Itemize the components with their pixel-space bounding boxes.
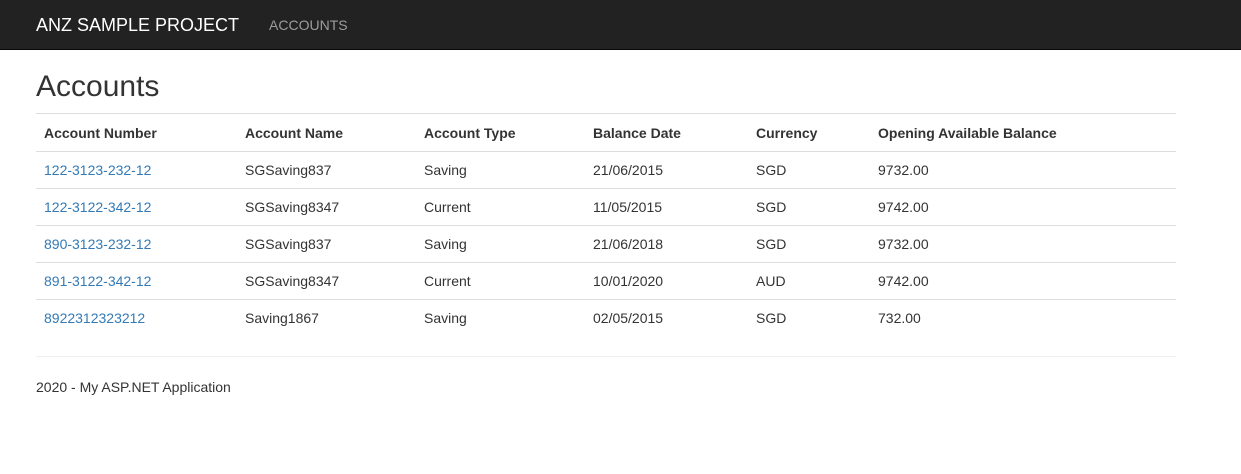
top-navbar: ANZ SAMPLE PROJECT ACCOUNTS bbox=[0, 0, 1241, 50]
balance-date-cell: 10/01/2020 bbox=[585, 262, 748, 300]
account-number-cell: 8922312323212 bbox=[36, 299, 237, 336]
nav-link-accounts[interactable]: ACCOUNTS bbox=[269, 15, 348, 35]
account-name-cell: Saving1867 bbox=[237, 299, 416, 336]
currency-cell: SGD bbox=[748, 225, 870, 263]
account-name-cell: SGSaving837 bbox=[237, 151, 416, 189]
footer-divider bbox=[36, 356, 1176, 357]
account-number-link[interactable]: 8922312323212 bbox=[44, 310, 145, 326]
account-number-cell: 891-3122-342-12 bbox=[36, 262, 237, 300]
account-name-cell: SGSaving8347 bbox=[237, 262, 416, 300]
account-type-cell: Saving bbox=[416, 225, 585, 263]
currency-cell: SGD bbox=[748, 188, 870, 226]
opening-balance-cell: 732.00 bbox=[870, 299, 1176, 336]
table-header-row: Account Number Account Name Account Type… bbox=[36, 113, 1176, 152]
table-row: 891-3122-342-12 SGSaving8347 Current 10/… bbox=[36, 262, 1176, 300]
account-type-cell: Saving bbox=[416, 299, 585, 336]
account-type-cell: Current bbox=[416, 262, 585, 300]
opening-balance-cell: 9732.00 bbox=[870, 225, 1176, 263]
accounts-table: Account Number Account Name Account Type… bbox=[36, 113, 1176, 336]
balance-date-cell: 02/05/2015 bbox=[585, 299, 748, 336]
currency-cell: AUD bbox=[748, 262, 870, 300]
column-header-opening-balance: Opening Available Balance bbox=[870, 113, 1176, 152]
main-container: Accounts Account Number Account Name Acc… bbox=[36, 50, 1176, 397]
account-number-cell: 890-3123-232-12 bbox=[36, 225, 237, 263]
account-number-link[interactable]: 890-3123-232-12 bbox=[44, 236, 151, 252]
table-row: 122-3122-342-12 SGSaving8347 Current 11/… bbox=[36, 188, 1176, 226]
brand-link[interactable]: ANZ SAMPLE PROJECT bbox=[36, 15, 239, 35]
column-header-account-type: Account Type bbox=[416, 113, 585, 152]
account-number-cell: 122-3122-342-12 bbox=[36, 188, 237, 226]
currency-cell: SGD bbox=[748, 299, 870, 336]
opening-balance-cell: 9742.00 bbox=[870, 262, 1176, 300]
table-row: 8922312323212 Saving1867 Saving 02/05/20… bbox=[36, 299, 1176, 336]
account-number-link[interactable]: 891-3122-342-12 bbox=[44, 273, 151, 289]
page-footer: 2020 - My ASP.NET Application bbox=[36, 377, 1176, 397]
table-row: 122-3123-232-12 SGSaving837 Saving 21/06… bbox=[36, 151, 1176, 189]
column-header-account-number: Account Number bbox=[36, 113, 237, 152]
account-name-cell: SGSaving837 bbox=[237, 225, 416, 263]
page-title: Accounts bbox=[36, 70, 160, 103]
account-type-cell: Saving bbox=[416, 151, 585, 189]
account-number-cell: 122-3123-232-12 bbox=[36, 151, 237, 189]
column-header-account-name: Account Name bbox=[237, 113, 416, 152]
opening-balance-cell: 9742.00 bbox=[870, 188, 1176, 226]
footer-text: 2020 - My ASP.NET Application bbox=[36, 379, 231, 395]
account-number-link[interactable]: 122-3122-342-12 bbox=[44, 199, 151, 215]
column-header-balance-date: Balance Date bbox=[585, 113, 748, 152]
account-type-cell: Current bbox=[416, 188, 585, 226]
account-number-link[interactable]: 122-3123-232-12 bbox=[44, 162, 151, 178]
balance-date-cell: 21/06/2018 bbox=[585, 225, 748, 263]
account-name-cell: SGSaving8347 bbox=[237, 188, 416, 226]
opening-balance-cell: 9732.00 bbox=[870, 151, 1176, 189]
column-header-currency: Currency bbox=[748, 113, 870, 152]
balance-date-cell: 11/05/2015 bbox=[585, 188, 748, 226]
balance-date-cell: 21/06/2015 bbox=[585, 151, 748, 189]
table-row: 890-3123-232-12 SGSaving837 Saving 21/06… bbox=[36, 225, 1176, 263]
currency-cell: SGD bbox=[748, 151, 870, 189]
